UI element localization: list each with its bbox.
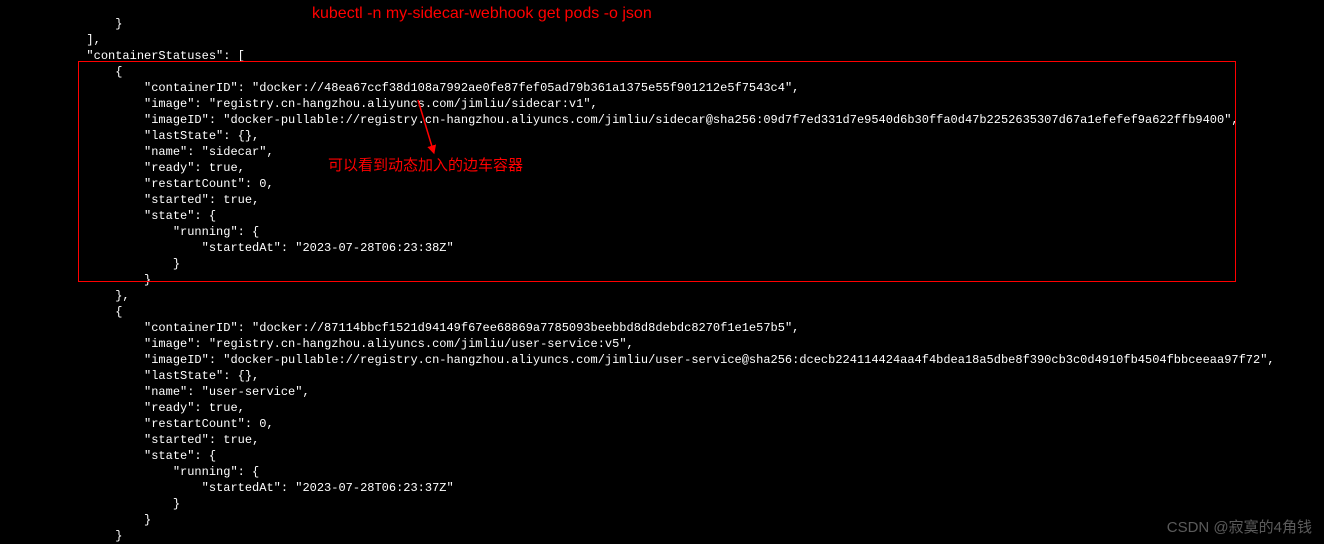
code-line: "startedAt": "2023-07-28T06:23:38Z" <box>0 241 454 255</box>
code-line: "lastState": {}, <box>0 129 259 143</box>
code-line: "containerID": "docker://87114bbcf1521d9… <box>0 321 799 335</box>
code-line: "startedAt": "2023-07-28T06:23:37Z" <box>0 481 454 495</box>
code-line: } <box>0 513 151 527</box>
code-line: "state": { <box>0 449 216 463</box>
code-line: "imageID": "docker-pullable://registry.c… <box>0 353 1275 367</box>
code-line: { <box>0 305 122 319</box>
code-line: "started": true, <box>0 433 259 447</box>
code-line: "running": { <box>0 225 259 239</box>
code-line: } <box>0 529 122 543</box>
code-line: } <box>0 257 180 271</box>
code-line: } <box>0 17 122 31</box>
code-line: ], <box>0 33 101 47</box>
code-line: "image": "registry.cn-hangzhou.aliyuncs.… <box>0 97 598 111</box>
code-line: "restartCount": 0, <box>0 417 274 431</box>
code-line: "name": "sidecar", <box>0 145 274 159</box>
code-line: "state": { <box>0 209 216 223</box>
code-line: "containerStatuses": [ <box>0 49 245 63</box>
code-line: "imageID": "docker-pullable://registry.c… <box>0 113 1239 127</box>
annotation-command: kubectl -n my-sidecar-webhook get pods -… <box>312 6 652 22</box>
code-line: "image": "registry.cn-hangzhou.aliyuncs.… <box>0 337 634 351</box>
code-line: "containerID": "docker://48ea67ccf38d108… <box>0 81 799 95</box>
code-line: } <box>0 497 180 511</box>
code-line: } <box>0 273 151 287</box>
code-line: "restartCount": 0, <box>0 177 274 191</box>
json-code-block: } ], "containerStatuses": [ { "container… <box>0 0 1275 544</box>
code-line: "running": { <box>0 465 259 479</box>
code-line: { <box>0 65 122 79</box>
code-line: "lastState": {}, <box>0 369 259 383</box>
watermark: CSDN @寂寞的4角钱 <box>1167 520 1312 536</box>
code-line: "ready": true, <box>0 401 245 415</box>
annotation-label: 可以看到动态加入的边车容器 <box>328 158 523 174</box>
code-line: "name": "user-service", <box>0 385 310 399</box>
code-line: "ready": true, <box>0 161 245 175</box>
code-line: }, <box>0 289 130 303</box>
code-line: "started": true, <box>0 193 259 207</box>
